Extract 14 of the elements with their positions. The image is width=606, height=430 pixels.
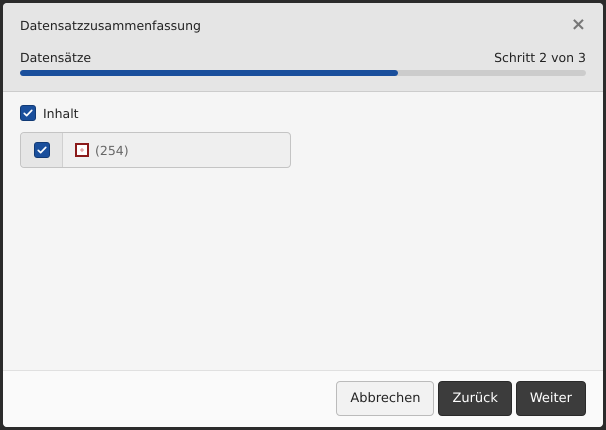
checkbox[interactable] xyxy=(34,142,50,158)
checkmark-icon xyxy=(22,107,34,119)
checkmark-icon xyxy=(36,144,48,156)
close-button[interactable]: × xyxy=(570,16,586,34)
checkbox-label: Inhalt xyxy=(43,106,79,120)
checkbox[interactable] xyxy=(20,105,36,121)
record-count: (254) xyxy=(95,142,129,158)
primary-button[interactable]: Weiter xyxy=(516,381,586,416)
dialog-title: Datensatzzusammenfassung xyxy=(20,18,201,32)
cancel-button[interactable]: Abbrechen xyxy=(336,381,434,416)
record-icon xyxy=(75,143,89,157)
primary-button[interactable]: Zurück xyxy=(438,381,512,416)
step-counter: Schritt 2 von 3 xyxy=(494,50,586,65)
progress-label: Datensätze xyxy=(20,50,92,65)
